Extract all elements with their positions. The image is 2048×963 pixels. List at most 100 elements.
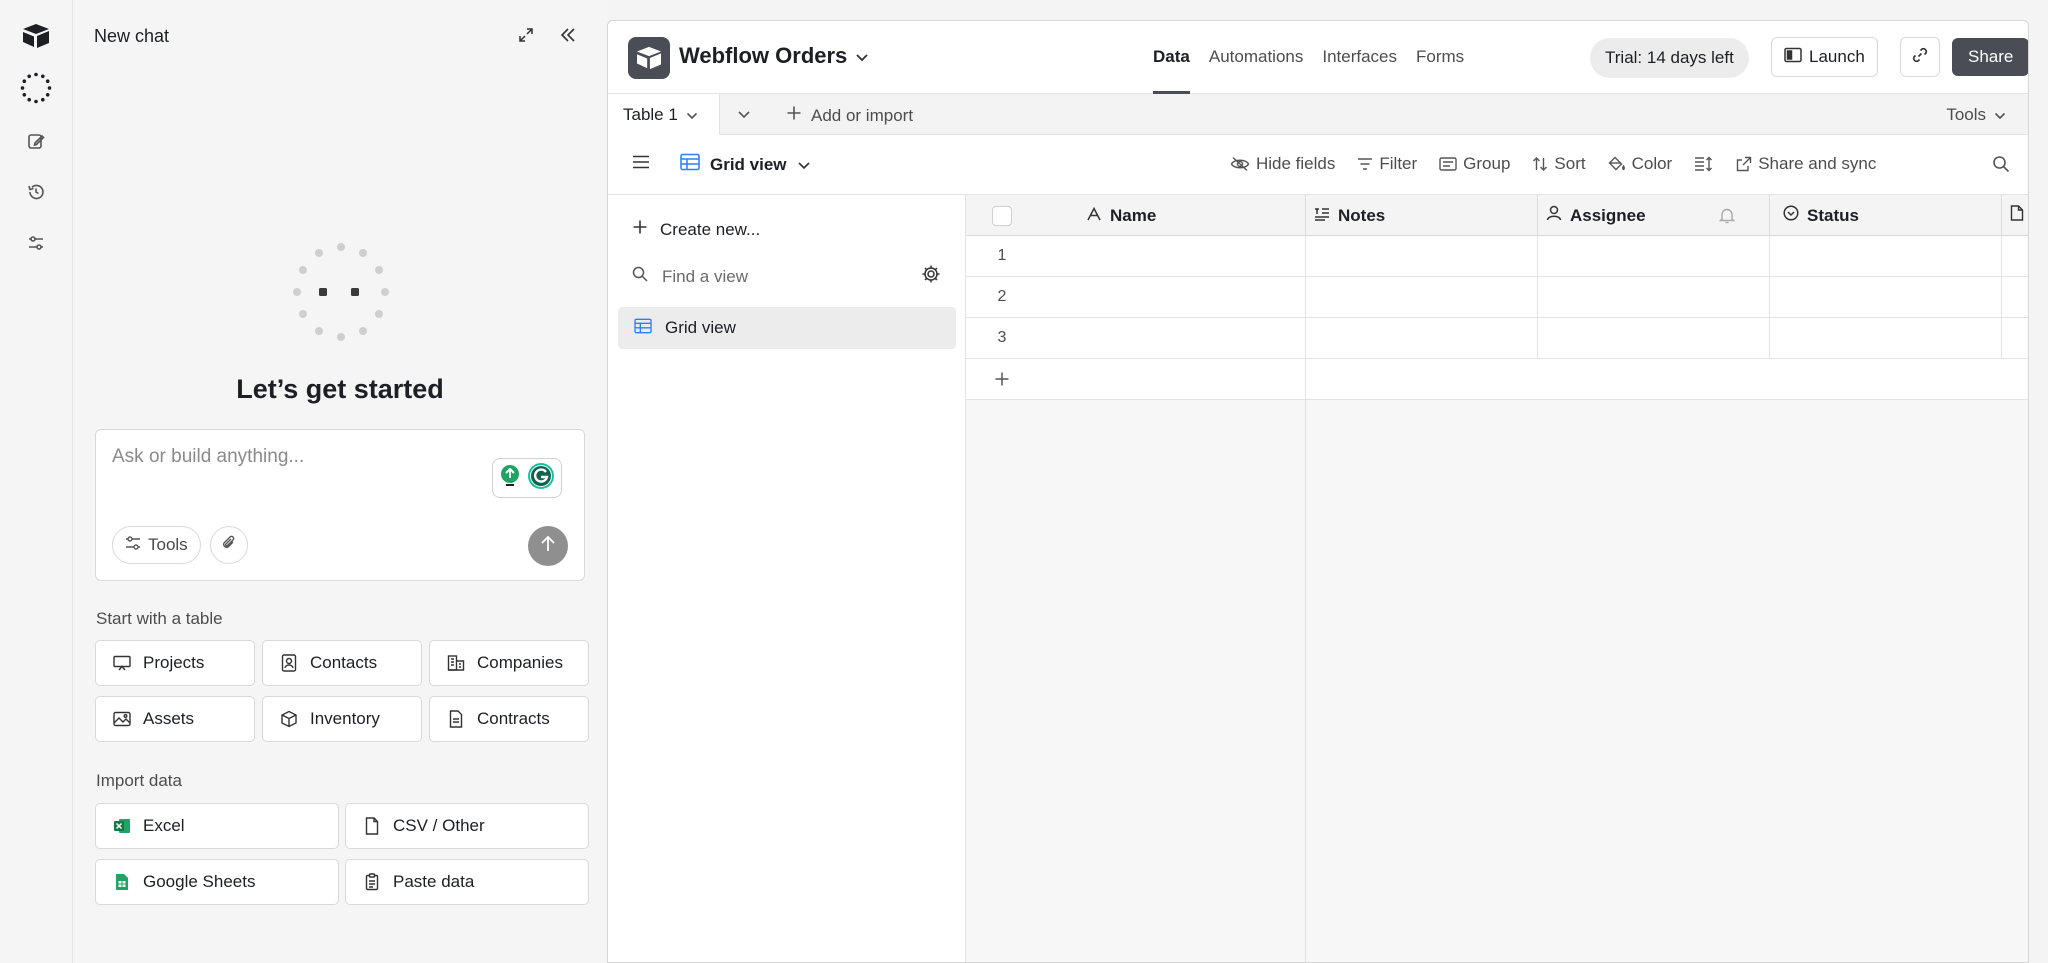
- trial-badge[interactable]: Trial: 14 days left: [1590, 38, 1749, 78]
- base-name-dropdown[interactable]: Webflow Orders: [679, 43, 869, 69]
- send-button[interactable]: [528, 526, 568, 566]
- import-label: CSV / Other: [393, 816, 485, 835]
- paint-bucket-icon: [1608, 156, 1626, 172]
- column-header-name[interactable]: Name: [1038, 195, 1306, 236]
- tab-data[interactable]: Data: [1153, 47, 1190, 94]
- create-view-button[interactable]: Create new...: [632, 219, 760, 240]
- share-button[interactable]: Share: [1952, 38, 2028, 76]
- buildings-icon: [447, 654, 465, 672]
- tab-automations[interactable]: Automations: [1209, 47, 1304, 67]
- tab-forms[interactable]: Forms: [1416, 47, 1464, 67]
- import-label: Excel: [143, 816, 185, 835]
- template-projects-button[interactable]: Projects: [95, 640, 255, 686]
- find-view-input[interactable]: Find a view: [632, 266, 748, 287]
- group-button[interactable]: Group: [1439, 154, 1510, 174]
- template-contracts-button[interactable]: Contracts: [429, 696, 589, 742]
- cell-status[interactable]: [1770, 277, 2002, 317]
- row-height-icon: [1694, 156, 1714, 172]
- collapse-panel-icon[interactable]: [557, 24, 579, 46]
- select-all-checkbox[interactable]: [966, 195, 1038, 236]
- file-icon: [2010, 205, 2024, 226]
- table-tab[interactable]: Table 1: [608, 94, 720, 136]
- cell-assignee[interactable]: [1538, 318, 1770, 358]
- ai-assistant-icon[interactable]: [20, 72, 52, 104]
- column-header-status[interactable]: Status: [1770, 195, 2002, 236]
- cell-notes[interactable]: [1306, 277, 1538, 317]
- chat-heading: Let’s get started: [236, 374, 444, 404]
- chevron-down-icon: [797, 155, 811, 175]
- add-or-import-button[interactable]: Add or import: [786, 105, 913, 126]
- cell-name[interactable]: [1038, 236, 1306, 276]
- cell-assignee[interactable]: [1538, 277, 1770, 317]
- template-assets-button[interactable]: Assets: [95, 696, 255, 742]
- cube-icon: [280, 710, 298, 728]
- group-icon: [1439, 157, 1457, 171]
- tools-label: Tools: [1946, 105, 1986, 124]
- table-row[interactable]: 3: [966, 318, 2028, 359]
- table-row[interactable]: 2: [966, 277, 2028, 318]
- bell-icon[interactable]: [1718, 207, 1736, 229]
- cell-notes[interactable]: [1306, 318, 1538, 358]
- cell-name[interactable]: [1038, 318, 1306, 358]
- chevron-down-icon: [686, 105, 698, 125]
- cell-status[interactable]: [1770, 236, 2002, 276]
- column-header-assignee[interactable]: Assignee: [1538, 195, 1770, 236]
- column-header-attachment[interactable]: [2002, 195, 2028, 236]
- prompt-box[interactable]: Ask or build anything... Tools: [95, 429, 585, 581]
- import-label: Google Sheets: [143, 872, 256, 891]
- template-companies-button[interactable]: Companies: [429, 640, 589, 686]
- launch-label: Launch: [1809, 47, 1865, 66]
- copy-link-button[interactable]: [1900, 37, 1940, 77]
- expand-icon[interactable]: [515, 24, 537, 46]
- plus-icon: [632, 219, 648, 240]
- import-paste-button[interactable]: Paste data: [345, 859, 589, 905]
- browser-extension-badge[interactable]: [492, 458, 562, 498]
- plus-icon: [786, 105, 802, 126]
- share-sync-button[interactable]: Share and sync: [1736, 154, 1876, 174]
- import-title: Import data: [96, 771, 182, 790]
- import-google-sheets-button[interactable]: Google Sheets: [95, 859, 339, 905]
- color-button[interactable]: Color: [1608, 154, 1672, 174]
- template-inventory-button[interactable]: Inventory: [262, 696, 422, 742]
- template-contacts-button[interactable]: Contacts: [262, 640, 422, 686]
- base-topbar: Webflow Orders Data Automations Interfac…: [608, 21, 2028, 94]
- table-row[interactable]: 1: [966, 236, 2028, 277]
- attach-button[interactable]: [210, 526, 248, 564]
- search-icon: [632, 266, 648, 287]
- cell-name[interactable]: [1038, 277, 1306, 317]
- chat-title: New chat: [94, 26, 170, 46]
- new-chat-icon[interactable]: [20, 125, 52, 157]
- launch-button[interactable]: Launch: [1771, 37, 1878, 77]
- table-name: Table 1: [623, 105, 678, 124]
- add-row-button[interactable]: [966, 359, 2028, 400]
- gear-icon[interactable]: [921, 264, 941, 289]
- column-header-notes[interactable]: Notes: [1306, 195, 1538, 236]
- hide-fields-button[interactable]: Hide fields: [1230, 154, 1335, 174]
- tab-interfaces[interactable]: Interfaces: [1322, 47, 1397, 67]
- settings-sliders-icon[interactable]: [20, 227, 52, 259]
- prompt-input[interactable]: Ask or build anything...: [112, 446, 304, 468]
- airtable-logo-icon[interactable]: [20, 20, 52, 52]
- sidebar-item-grid-view[interactable]: Grid view: [618, 307, 956, 349]
- history-icon[interactable]: [20, 176, 52, 208]
- cell-status[interactable]: [1770, 318, 2002, 358]
- base-logo-icon[interactable]: [628, 37, 670, 79]
- clipboard-icon: [363, 873, 381, 891]
- view-switcher[interactable]: Grid view: [680, 153, 811, 176]
- cell-assignee[interactable]: [1538, 236, 1770, 276]
- all-tables-dropdown[interactable]: [733, 104, 755, 126]
- cell-notes[interactable]: [1306, 236, 1538, 276]
- row-height-button[interactable]: [1694, 154, 1714, 174]
- checkbox[interactable]: [992, 205, 1012, 226]
- import-excel-button[interactable]: Excel: [95, 803, 339, 849]
- row-number: 1: [997, 247, 1007, 264]
- filter-button[interactable]: Filter: [1357, 154, 1417, 174]
- chevron-down-icon: [737, 106, 751, 124]
- search-icon[interactable]: [1992, 155, 2010, 178]
- sort-button[interactable]: Sort: [1532, 154, 1586, 174]
- tools-dropdown[interactable]: Tools: [1946, 105, 2006, 125]
- import-csv-button[interactable]: CSV / Other: [345, 803, 589, 849]
- prompt-tools-button[interactable]: Tools: [112, 526, 201, 564]
- hamburger-menu-icon[interactable]: [632, 155, 650, 174]
- sliders-icon: [125, 535, 141, 555]
